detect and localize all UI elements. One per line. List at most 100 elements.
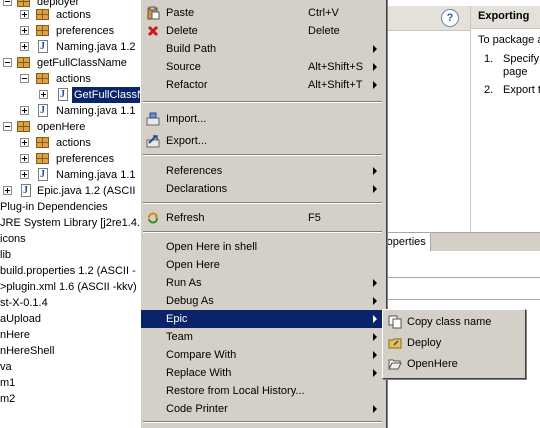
tree-item-preferences[interactable]: preferences [0, 23, 150, 39]
menu-item-source[interactable]: Source Alt+Shift+S [141, 58, 384, 76]
menu-item-import[interactable]: Import... [141, 110, 384, 128]
tab-properties[interactable]: roperties [383, 233, 431, 251]
step-number: 2. [484, 84, 494, 96]
tree-item-build-properties[interactable]: build.properties 1.2 (ASCII - [0, 263, 150, 279]
package-icon [36, 153, 49, 164]
tree-item-naming-java-2[interactable]: Naming.java 1.1 [0, 103, 150, 119]
submenu-arrow-icon [373, 45, 377, 53]
tree-item-actions-3[interactable]: actions [0, 135, 150, 151]
tree-item-nhereshell[interactable]: nHereShell [0, 343, 150, 359]
submenu-arrow-icon [373, 279, 377, 287]
menu-item-paste[interactable]: Paste Ctrl+V [141, 4, 384, 22]
step-text[interactable]: Export t [503, 84, 540, 96]
expand-icon[interactable] [3, 186, 12, 195]
menu-item-label: Import... [166, 113, 207, 125]
menu-item-label: Source [166, 61, 201, 73]
collapse-icon[interactable] [3, 58, 12, 67]
tree-item-actions[interactable]: actions [0, 7, 150, 23]
menu-separator [143, 101, 382, 103]
menu-item-label: Declarations [166, 183, 228, 195]
menu-item-open-here-in-shell[interactable]: Open Here in shell [141, 238, 384, 256]
menu-item-restore-local-history[interactable]: Restore from Local History... [141, 382, 384, 400]
tree-item-m1[interactable]: m1 [0, 375, 150, 391]
step-text[interactable]: Specify [503, 53, 539, 65]
tree-item-label: JRE System Library [j2re1.4.2 [0, 217, 147, 229]
menu-item-references[interactable]: References [141, 162, 384, 180]
menu-item-epic[interactable]: Epic [141, 310, 384, 328]
menu-item-replace-with[interactable]: Replace With [141, 364, 384, 382]
expand-icon[interactable] [39, 90, 48, 99]
menu-item-refactor[interactable]: Refactor Alt+Shift+T [141, 76, 384, 94]
submenu-arrow-icon [373, 369, 377, 377]
menu-item-shortcut: Ctrl+V [308, 7, 339, 19]
submenu-item-deploy[interactable]: Deploy [385, 333, 523, 353]
submenu-arrow-icon [373, 167, 377, 175]
expand-icon[interactable] [20, 26, 29, 35]
menu-item-delete[interactable]: Delete Delete [141, 22, 384, 40]
tree-item-preferences-2[interactable]: preferences [0, 151, 150, 167]
menu-item-build-path[interactable]: Build Path [141, 40, 384, 58]
tree-item-lib[interactable]: lib [0, 247, 150, 263]
menu-item-label: Team [166, 331, 193, 343]
expand-icon[interactable] [20, 138, 29, 147]
tree-item-label: >plugin.xml 1.6 (ASCII -kkv) [0, 281, 137, 293]
tree-item-epic-java[interactable]: Epic.java 1.2 (ASCII [0, 183, 150, 199]
menu-item-label: Refactor [166, 79, 208, 91]
refresh-icon [148, 212, 158, 224]
expand-icon[interactable] [20, 42, 29, 51]
menu-item-declarations[interactable]: Declarations [141, 180, 384, 198]
tree-item-aupload[interactable]: aUpload [0, 311, 150, 327]
menu-separator [143, 231, 382, 233]
tree-item-va[interactable]: va [0, 359, 150, 375]
menu-separator [143, 202, 382, 204]
expand-icon[interactable] [20, 10, 29, 19]
tree-item-naming-java-3[interactable]: Naming.java 1.1 [0, 167, 150, 183]
context-menu: Paste Ctrl+V Delete Delete Build Path So… [140, 0, 387, 428]
tree-item-getfullclassname[interactable]: getFullClassName [0, 55, 150, 71]
collapse-icon[interactable] [3, 0, 12, 6]
tree-item-openhere[interactable]: openHere [0, 119, 150, 135]
java-file-icon [38, 103, 48, 119]
cheat-sheet-intro: To package a [478, 34, 540, 46]
menu-item-label: Open Here in shell [166, 241, 258, 253]
menu-item-refresh[interactable]: Refresh F5 [141, 209, 384, 227]
submenu-item-label: Copy class name [407, 316, 492, 328]
java-file-icon [38, 167, 48, 183]
tree-item-jre-library[interactable]: JRE System Library [j2re1.4.2 [0, 215, 150, 231]
menu-item-team[interactable]: Team [141, 328, 384, 346]
tree-item-m2[interactable]: m2 [0, 391, 150, 407]
expand-icon[interactable] [20, 106, 29, 115]
divider [383, 277, 540, 278]
menu-item-open-here[interactable]: Open Here [141, 256, 384, 274]
tree-item-naming-java[interactable]: Naming.java 1.2 [0, 39, 150, 55]
tree-item-label: preferences [56, 25, 115, 37]
tree-item-actions-2[interactable]: actions [0, 71, 150, 87]
package-icon [17, 0, 30, 7]
submenu-arrow-icon [373, 81, 377, 89]
submenu-item-copy-class-name[interactable]: Copy class name [385, 312, 523, 332]
menu-item-debug-as[interactable]: Debug As [141, 292, 384, 310]
menu-item-export[interactable]: Export... [141, 132, 384, 150]
tree-item-icons[interactable]: icons [0, 231, 150, 247]
tree-item-plugin-dependencies[interactable]: Plug-in Dependencies [0, 199, 150, 215]
expand-icon[interactable] [20, 170, 29, 179]
tree-item-plugin-xml[interactable]: >plugin.xml 1.6 (ASCII -kkv) [0, 279, 150, 295]
package-explorer-tree[interactable]: deployer actions preferences Naming.java… [0, 0, 150, 428]
menu-item-run-as[interactable]: Run As [141, 274, 384, 292]
tree-item-nhere[interactable]: nHere [0, 327, 150, 343]
menu-separator [143, 421, 382, 423]
help-icon[interactable]: ? [441, 9, 459, 27]
menu-item-label: Code Printer [166, 403, 228, 415]
submenu-arrow-icon [373, 351, 377, 359]
menu-item-shortcut: F5 [308, 212, 321, 224]
menu-item-label: Open Here [166, 259, 220, 271]
collapse-icon[interactable] [20, 74, 29, 83]
submenu-item-openhere[interactable]: OpenHere [385, 354, 523, 374]
tree-item-label: Naming.java 1.2 [56, 41, 136, 53]
tree-item-getfullclassn[interactable]: GetFullClassN [0, 87, 150, 103]
menu-item-compare-with[interactable]: Compare With [141, 346, 384, 364]
tree-item-st-x[interactable]: st-X-0.1.4 [0, 295, 150, 311]
collapse-icon[interactable] [3, 122, 12, 131]
menu-item-code-printer[interactable]: Code Printer [141, 400, 384, 418]
expand-icon[interactable] [20, 154, 29, 163]
